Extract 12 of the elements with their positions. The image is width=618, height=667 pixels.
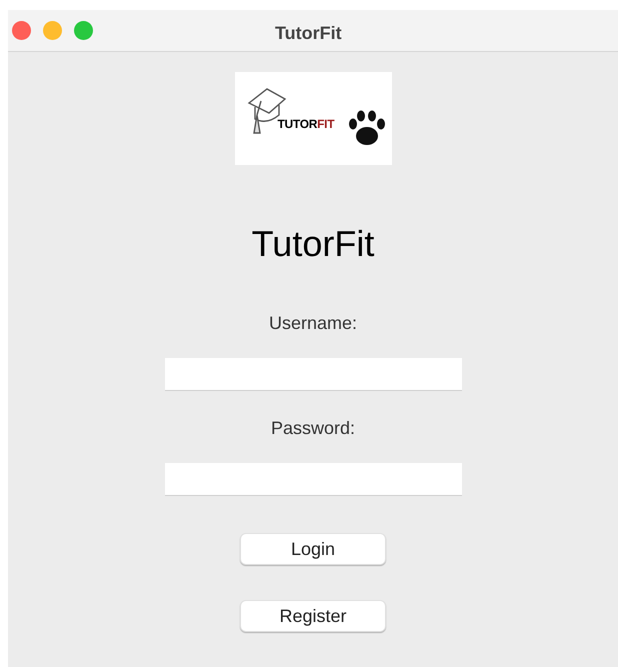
field-label: Username: bbox=[268, 312, 358, 334]
button[interactable]: Login bbox=[240, 533, 386, 565]
minimize-button[interactable] bbox=[43, 21, 62, 40]
button[interactable]: Register bbox=[240, 600, 386, 632]
zoom-button[interactable] bbox=[74, 21, 93, 40]
app-heading: TutorFit bbox=[252, 222, 374, 266]
input-field[interactable] bbox=[164, 463, 462, 496]
input-field[interactable] bbox=[164, 358, 462, 391]
logo-text: TUTORFIT bbox=[278, 116, 334, 133]
close-button[interactable] bbox=[12, 21, 31, 40]
window-title: TutorFit bbox=[275, 22, 342, 45]
field-label: Password: bbox=[270, 417, 356, 439]
